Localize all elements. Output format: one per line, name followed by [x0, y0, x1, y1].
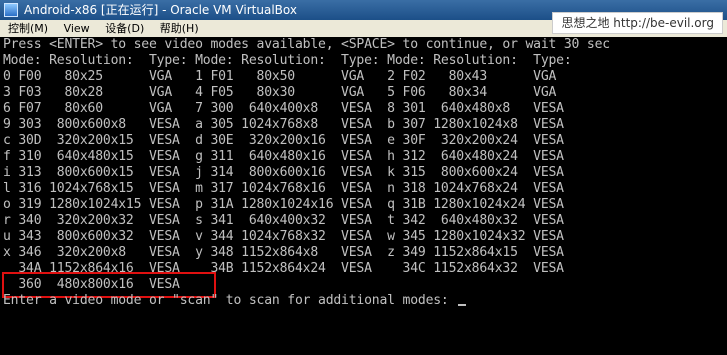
- video-mode-row: c 30D 320x200x15 VESA d 30E 320x200x16 V…: [3, 133, 564, 148]
- console-input-prompt: Enter a video mode or "scan" to scan for…: [3, 293, 457, 308]
- console-prompt-line: Press <ENTER> to see video modes availab…: [3, 37, 610, 52]
- video-mode-row: l 316 1024x768x15 VESA m 317 1024x768x16…: [3, 181, 564, 196]
- vm-console-screen[interactable]: Press <ENTER> to see video modes availab…: [0, 37, 727, 355]
- video-mode-row: x 346 320x200x8 VESA y 348 1152x864x8 VE…: [3, 245, 564, 260]
- video-mode-row: 3 F03 80x28 VGA 4 F05 80x30 VGA 5 F06 80…: [3, 85, 557, 100]
- video-mode-row: u 343 800x600x32 VESA v 344 1024x768x32 …: [3, 229, 564, 244]
- window-title: Android-x86 [正在运行] - Oracle VM VirtualBo…: [24, 3, 297, 17]
- menu-devices[interactable]: 设备(D): [99, 20, 150, 37]
- virtualbox-app-icon: [4, 3, 18, 17]
- video-mode-row: 9 303 800x600x8 VESA a 305 1024x768x8 VE…: [3, 117, 564, 132]
- console-header-line: Mode: Resolution: Type: Mode: Resolution…: [3, 53, 572, 68]
- video-mode-row: r 340 320x200x32 VESA s 341 640x400x32 V…: [3, 213, 564, 228]
- console-input-line[interactable]: Enter a video mode or "scan" to scan for…: [3, 293, 467, 309]
- menu-view[interactable]: View: [58, 20, 96, 37]
- site-watermark: 思想之地 http://be-evil.org: [552, 12, 723, 34]
- video-mode-row: 6 F07 80x60 VGA 7 300 640x400x8 VESA 8 3…: [3, 101, 564, 116]
- video-mode-row: f 310 640x480x15 VESA g 311 640x480x16 V…: [3, 149, 564, 164]
- menu-machine[interactable]: 控制(M): [0, 20, 54, 37]
- menu-help[interactable]: 帮助(H): [154, 20, 205, 37]
- video-mode-row: i 313 800x600x15 VESA j 314 800x600x16 V…: [3, 165, 564, 180]
- text-cursor: [458, 304, 467, 306]
- video-mode-row: o 319 1280x1024x15 VESA p 31A 1280x1024x…: [3, 197, 564, 212]
- video-mode-row: 0 F00 80x25 VGA 1 F01 80x50 VGA 2 F02 80…: [3, 69, 557, 84]
